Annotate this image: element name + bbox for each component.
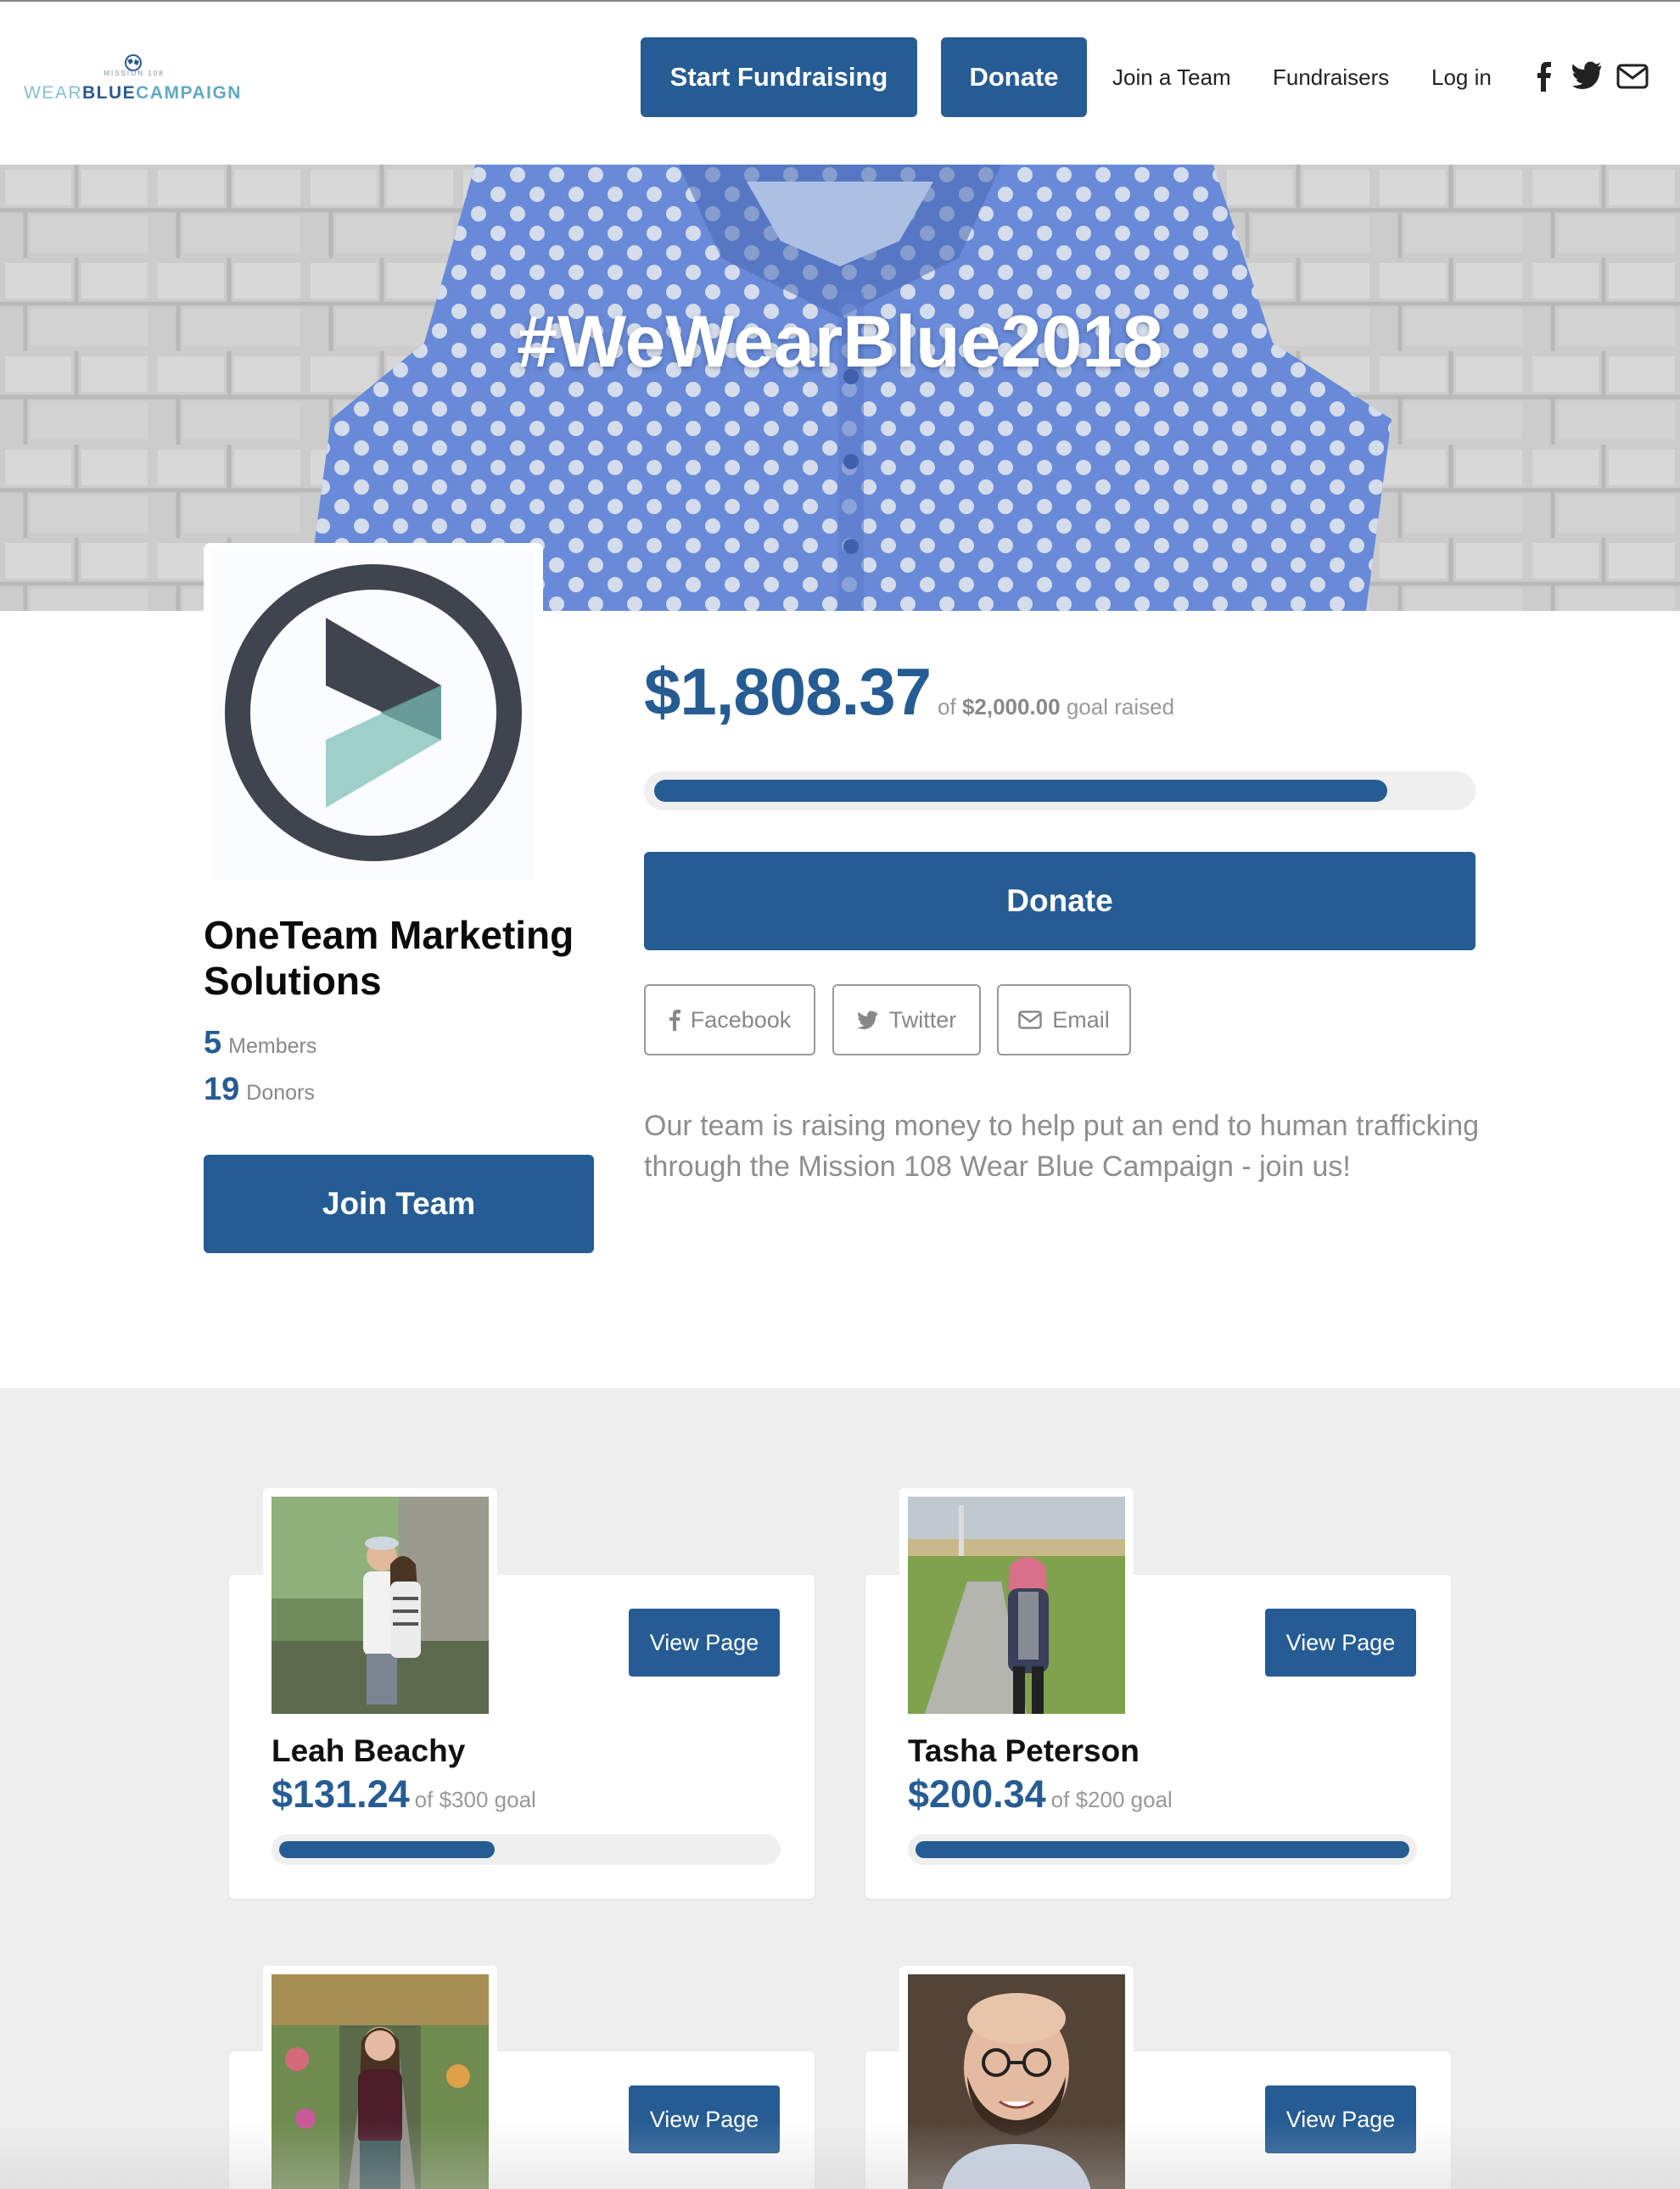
- donate-button[interactable]: Donate: [644, 852, 1476, 950]
- logo-word-campaign: CAMPAIGN: [136, 83, 242, 103]
- share-twitter-label: Twitter: [888, 1006, 957, 1033]
- member-raised-amount: $200.34: [908, 1772, 1046, 1816]
- facebook-icon[interactable]: [1527, 58, 1561, 95]
- member-photo-image: [272, 1497, 489, 1714]
- email-icon: [1018, 1011, 1042, 1029]
- nav-fundraisers[interactable]: Fundraisers: [1273, 64, 1389, 91]
- logo-wordmark: WEARBLUECAMPAIGN: [24, 83, 244, 104]
- member-photo[interactable]: [263, 1488, 497, 1717]
- donors-stat: 19 Donors: [204, 1072, 315, 1108]
- view-page-button[interactable]: View Page: [629, 1609, 780, 1677]
- header-donate-button[interactable]: Donate: [941, 37, 1087, 117]
- view-page-button[interactable]: View Page: [1265, 1609, 1416, 1677]
- share-facebook-button[interactable]: Facebook: [644, 984, 815, 1055]
- goal-of-label: of: [938, 694, 956, 719]
- member-name: Tasha Peterson: [908, 1733, 1140, 1768]
- wear-blue-campaign-logo[interactable]: MISSION 108 WEARBLUECAMPAIGN: [24, 49, 244, 109]
- member-progress-fill: [916, 1841, 1409, 1858]
- site-header: MISSION 108 WEARBLUECAMPAIGN Start Fundr…: [0, 2, 1680, 165]
- member-photo-image: [908, 1497, 1125, 1714]
- email-icon[interactable]: [1616, 58, 1649, 95]
- member-name: Leah Beachy: [272, 1733, 466, 1768]
- goal-amount: $2,000.00: [961, 694, 1061, 719]
- member-raised: $200.34 of $200 goal: [908, 1772, 1173, 1817]
- team-name: OneTeam Marketing Solutions: [204, 913, 574, 1003]
- share-twitter-button[interactable]: Twitter: [832, 984, 981, 1055]
- team-logo: [204, 543, 543, 882]
- play-circle-logo-icon: [212, 550, 535, 881]
- logo-word-blue: BLUE: [82, 83, 137, 103]
- logo-word-wear: WEAR: [24, 83, 82, 103]
- share-email-label: Email: [1052, 1006, 1110, 1033]
- member-photo[interactable]: [899, 1488, 1134, 1717]
- donors-count: 19: [204, 1072, 240, 1107]
- raised-summary: $1,808.37 of $2,000.00 goal raised: [644, 653, 1174, 731]
- members-count: 5: [204, 1025, 222, 1061]
- share-email-button[interactable]: Email: [997, 984, 1131, 1055]
- donors-label: Donors: [246, 1081, 315, 1105]
- member-goal: of $200 goal: [1050, 1787, 1173, 1812]
- twitter-icon: [856, 1011, 879, 1029]
- raised-goal-text: of $2,000.00 goal raised: [938, 694, 1174, 719]
- member-raised-amount: $131.24: [272, 1772, 410, 1816]
- members-label: Members: [228, 1034, 317, 1058]
- member-goal: of $300 goal: [414, 1787, 536, 1812]
- raised-amount: $1,808.37: [644, 654, 932, 729]
- share-facebook-label: Facebook: [690, 1006, 792, 1033]
- start-fundraising-button[interactable]: Start Fundraising: [641, 37, 917, 117]
- facebook-icon: [669, 1009, 680, 1031]
- team-description: Our team is raising money to help put an…: [644, 1110, 1480, 1183]
- team-progress-bar: [644, 771, 1476, 810]
- twitter-icon[interactable]: [1570, 58, 1604, 95]
- bottom-fade: [0, 2121, 1680, 2189]
- members-stat: 5 Members: [204, 1025, 316, 1061]
- member-raised: $131.24 of $300 goal: [272, 1772, 536, 1817]
- member-progress-bar: [908, 1834, 1417, 1865]
- nav-join-a-team[interactable]: Join a Team: [1112, 64, 1231, 91]
- nav-log-in[interactable]: Log in: [1431, 64, 1492, 91]
- goal-suffix: goal raised: [1066, 694, 1175, 719]
- join-team-button[interactable]: Join Team: [204, 1155, 594, 1253]
- hero-title: #WeWearBlue2018: [517, 301, 1163, 383]
- team-progress-fill: [654, 780, 1388, 802]
- logo-tagline: MISSION 108: [104, 70, 165, 77]
- member-progress-bar: [272, 1834, 781, 1865]
- member-progress-fill: [279, 1841, 496, 1858]
